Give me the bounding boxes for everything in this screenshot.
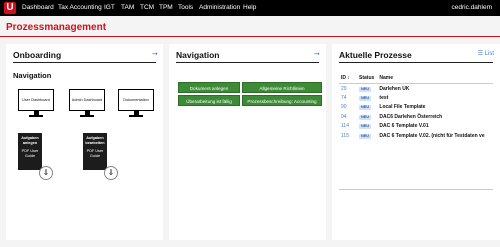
nav-igt[interactable]: IGT	[104, 0, 115, 16]
title-divider	[0, 36, 500, 37]
column-status[interactable]: Status	[357, 73, 378, 84]
app-logo[interactable]: U	[4, 2, 16, 14]
onboarding-title: Onboarding	[13, 50, 62, 60]
nav-tpm[interactable]: TPM	[159, 0, 173, 16]
row-name[interactable]: Local File Template	[377, 103, 493, 112]
list-icon: ☰	[477, 51, 483, 57]
page-title: Prozessmanagement	[6, 22, 107, 33]
row-id[interactable]: 114	[339, 122, 357, 131]
table-header-row: ID ↕ Status Name	[339, 73, 493, 84]
user-dashboard-monitor[interactable]: User Dashboard	[18, 89, 54, 117]
pin-icon[interactable]: ➞	[152, 50, 158, 58]
list-label: List	[484, 51, 494, 57]
book-title: Aufgaben anlegen	[21, 136, 39, 145]
row-name[interactable]: test	[377, 93, 493, 102]
guide-aufgaben-anlegen[interactable]: Aufgaben anlegen PDF User Guide	[18, 133, 42, 170]
panel-divider	[13, 62, 156, 63]
download-icon[interactable]: ⇓	[104, 166, 118, 180]
user-dashboard-label: User Dashboard	[18, 89, 54, 111]
table-row[interactable]: 29 NEU Darlehen UK	[339, 84, 493, 94]
row-id[interactable]: 74	[339, 93, 357, 102]
row-status: NEU	[357, 122, 377, 131]
table-row[interactable]: 115 NEU DAC 6 Template V.02. (nicht für …	[339, 131, 493, 140]
admin-dashboard-monitor[interactable]: Admin Dashboard	[69, 89, 105, 117]
row-id[interactable]: 94	[339, 112, 357, 121]
documentation-label: Dokumentation	[118, 89, 154, 111]
nav-tax-accounting[interactable]: Tax Accounting	[58, 0, 102, 16]
navigation-title: Navigation	[176, 50, 220, 60]
user-menu[interactable]: cedric.dahlem	[452, 0, 492, 16]
row-status: NEU	[357, 93, 377, 102]
column-id[interactable]: ID ↕	[339, 73, 357, 84]
table-row[interactable]: 74 NEU test	[339, 93, 493, 102]
status-badge: NEU	[359, 96, 372, 102]
status-badge: NEU	[359, 114, 372, 120]
documentation-monitor[interactable]: Dokumentation	[118, 89, 154, 117]
nav-administration[interactable]: Administration	[199, 0, 240, 16]
admin-dashboard-label: Admin Dashboard	[69, 89, 105, 111]
status-badge: NEU	[359, 133, 372, 139]
panel-divider	[176, 62, 319, 63]
nav-dashboard[interactable]: Dashboard	[22, 0, 54, 16]
ueberarbeitung-faellig-button[interactable]: Überarbeitung ist fällig	[178, 95, 240, 106]
list-view-button[interactable]: ☰ List	[478, 50, 494, 57]
row-id[interactable]: 29	[339, 84, 357, 94]
table-row[interactable]: 90 NEU Local File Template	[339, 103, 493, 112]
prozesse-title: Aktuelle Prozesse	[339, 50, 412, 60]
monitor-base	[80, 115, 94, 117]
sort-icon: ↕	[347, 75, 350, 81]
allgemeine-richtlinien-button[interactable]: Allgemeine Richtlinien	[242, 82, 322, 93]
download-icon[interactable]: ⇓	[39, 166, 53, 180]
onboarding-subtitle: Navigation	[13, 71, 52, 80]
prozesse-panel: Aktuelle Prozesse ☰ List ID ↕ Status Nam…	[332, 44, 500, 240]
status-badge: NEU	[359, 124, 372, 130]
guide-aufgaben-bearbeiten[interactable]: Aufgaben bearbeiten PDF User Guide	[83, 133, 107, 170]
row-status: NEU	[357, 112, 377, 121]
panel-divider	[339, 62, 493, 63]
nav-tcm[interactable]: TCM	[140, 0, 154, 16]
row-name[interactable]: DAC 6 Template V.02. (nicht für Testdate…	[377, 131, 493, 140]
table-bottom-divider	[339, 189, 493, 190]
row-status: NEU	[357, 84, 377, 94]
book-subtitle: PDF User Guide	[86, 149, 104, 158]
nav-tam[interactable]: TAM	[121, 0, 134, 16]
status-badge: NEU	[359, 86, 372, 92]
row-status: NEU	[357, 103, 377, 112]
navigation-panel: Navigation ➞ Dokument anlegen Allgemeine…	[169, 44, 326, 240]
row-id[interactable]: 90	[339, 103, 357, 112]
row-name[interactable]: DAC6 Darlehen Österreich	[377, 112, 493, 121]
monitor-base	[129, 115, 143, 117]
dokument-anlegen-button[interactable]: Dokument anlegen	[178, 82, 240, 93]
book-subtitle: PDF User Guide	[21, 149, 39, 158]
nav-tools[interactable]: Tools	[178, 0, 193, 16]
table-row[interactable]: 114 NEU DAC 6 Template V.01	[339, 122, 493, 131]
column-name[interactable]: Name	[377, 73, 493, 84]
row-name[interactable]: DAC 6 Template V.01	[377, 122, 493, 131]
row-status: NEU	[357, 131, 377, 140]
row-id[interactable]: 115	[339, 131, 357, 140]
book-title: Aufgaben bearbeiten	[85, 136, 105, 145]
prozesse-table: ID ↕ Status Name 29 NEU Darlehen UK 74 N…	[339, 73, 493, 140]
table-row[interactable]: 94 NEU DAC6 Darlehen Österreich	[339, 112, 493, 121]
nav-help[interactable]: Help	[243, 0, 256, 16]
row-name[interactable]: Darlehen UK	[377, 84, 493, 94]
status-badge: NEU	[359, 105, 372, 111]
pin-icon[interactable]: ➞	[314, 50, 320, 58]
prozessbeschreibung-accounting-button[interactable]: Prozessbeschreibung: Accounting	[242, 95, 322, 106]
monitor-base	[29, 115, 43, 117]
onboarding-panel: Onboarding ➞ Navigation User Dashboard A…	[6, 44, 163, 240]
top-navbar: U Dashboard Tax Accounting IGT TAM TCM T…	[0, 0, 500, 16]
